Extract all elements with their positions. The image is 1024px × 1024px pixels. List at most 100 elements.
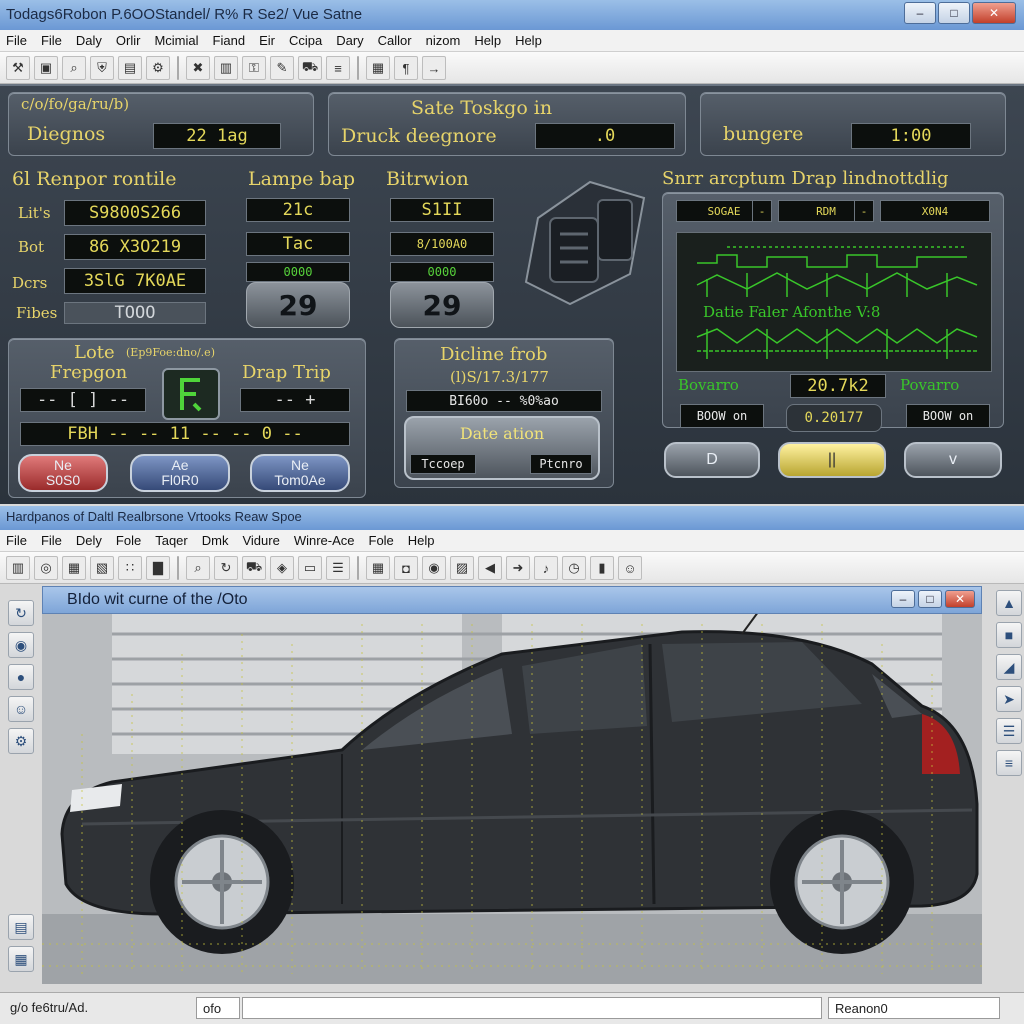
menu-item[interactable]: Dmk [202, 533, 229, 551]
menu-item[interactable]: Vidure [242, 533, 279, 551]
menu-item[interactable]: Dary [336, 33, 363, 51]
scope-tab[interactable]: X0N4 [880, 200, 990, 222]
tool-icon[interactable]: ⚙ [146, 56, 170, 80]
globe-icon[interactable]: ◉ [8, 632, 34, 658]
book-icon[interactable]: ▨ [450, 556, 474, 580]
edit-icon[interactable]: ✎ [270, 56, 294, 80]
minimize-button[interactable]: – [904, 2, 936, 24]
search-icon[interactable]: ⌕ [186, 556, 210, 580]
menu-item[interactable]: File [6, 533, 27, 551]
status-field[interactable] [242, 997, 822, 1019]
menu-item[interactable]: File [41, 533, 62, 551]
chip-icon[interactable]: ▦ [366, 56, 390, 80]
arrow-icon[interactable]: ➜ [506, 556, 530, 580]
shield-icon[interactable]: ⛨ [90, 56, 114, 80]
menu-item[interactable]: Help [515, 33, 542, 51]
grid-icon[interactable]: ▦ [62, 556, 86, 580]
cart-icon[interactable]: ◘ [394, 556, 418, 580]
scope-button-left[interactable]: BOOW on [680, 404, 764, 428]
menu-item[interactable]: Fiand [213, 33, 246, 51]
wrench-icon[interactable]: ⚒ [6, 56, 30, 80]
gear-icon[interactable]: ⚙ [8, 728, 34, 754]
user-icon[interactable]: ☺ [618, 556, 642, 580]
menu-item[interactable]: Eir [259, 33, 275, 51]
menu-item[interactable]: Help [408, 533, 435, 551]
scope-tab-sep: - [854, 200, 874, 222]
refresh-icon[interactable]: ↻ [214, 556, 238, 580]
sensor-row-value: 86 X3O219 [64, 234, 206, 260]
status-panel-right: bungere 1:00 [700, 92, 1006, 156]
lote-action-button[interactable]: Ae Fl0R0 [130, 454, 230, 492]
user-icon[interactable]: ☺ [8, 696, 34, 722]
printer-icon[interactable]: ▦ [8, 946, 34, 972]
list-icon[interactable]: ≡ [996, 750, 1022, 776]
menu-item[interactable]: Daly [76, 33, 102, 51]
vehicle-canvas[interactable] [42, 614, 982, 984]
scope-button-right[interactable]: BOOW on [906, 404, 990, 428]
chip-icon[interactable]: ▦ [366, 556, 390, 580]
chart-icon[interactable]: ▇ [146, 556, 170, 580]
pause-button[interactable]: || [778, 442, 886, 478]
menu-item[interactable]: Orlir [116, 33, 141, 51]
tag-icon[interactable]: ◈ [270, 556, 294, 580]
menu-item[interactable]: Taqer [155, 533, 188, 551]
globe-icon[interactable]: ◎ [34, 556, 58, 580]
camera-icon[interactable]: ▣ [34, 56, 58, 80]
down-button[interactable]: v [904, 442, 1002, 478]
menu-item[interactable]: File [41, 33, 62, 51]
lamp-title: Lampe bap [248, 168, 356, 190]
refresh-icon[interactable]: ↻ [8, 600, 34, 626]
note-icon[interactable]: ☰ [996, 718, 1022, 744]
nav-icon[interactable]: → [422, 56, 446, 80]
menu-item[interactable]: Mcimial [154, 33, 198, 51]
car-icon[interactable]: ⛟ [298, 56, 322, 80]
menu-item[interactable]: Fole [116, 533, 141, 551]
disk-icon[interactable]: ▧ [90, 556, 114, 580]
pin-icon[interactable]: ● [8, 664, 34, 690]
decline-right-button[interactable]: Ptcnro [530, 454, 592, 474]
note-icon[interactable]: ♪ [534, 556, 558, 580]
screen-icon[interactable]: ▭ [298, 556, 322, 580]
pin-icon[interactable]: ◉ [422, 556, 446, 580]
battery-icon[interactable]: ▮ [590, 556, 614, 580]
scope-button-mid[interactable]: 0.20177 [786, 404, 882, 432]
menu-item[interactable]: Winre-Ace [294, 533, 355, 551]
decline-left-button[interactable]: Tccoep [410, 454, 476, 474]
clock-icon[interactable]: ◷ [562, 556, 586, 580]
lote-action-button[interactable]: Ne Tom0Ae [250, 454, 350, 492]
dots-icon[interactable]: ∷ [118, 556, 142, 580]
minimize-button[interactable]: – [891, 590, 915, 608]
close-button[interactable]: ✕ [972, 2, 1016, 24]
maximize-button[interactable]: □ [918, 590, 942, 608]
card-icon[interactable]: ▤ [118, 56, 142, 80]
lock-icon[interactable]: ▲ [996, 590, 1022, 616]
folder-icon[interactable]: ▥ [214, 56, 238, 80]
text-icon[interactable]: ¶ [394, 56, 418, 80]
chart-icon[interactable]: ◢ [996, 654, 1022, 680]
speaker-icon[interactable]: ◀ [478, 556, 502, 580]
arrow-icon[interactable]: ➤ [996, 686, 1022, 712]
menu-item[interactable]: Fole [369, 533, 394, 551]
menu-item[interactable]: Ccipa [289, 33, 322, 51]
menu-item[interactable]: Callor [378, 33, 412, 51]
lote-action-button[interactable]: Ne S0S0 [18, 454, 108, 492]
search-icon[interactable]: ⌕ [62, 56, 86, 80]
viewer-title: Hardpanos of Daltl Realbrsone Vrtooks Re… [6, 509, 302, 524]
viewer-statusbar: g/o fe6tru/Ad. ofo Reanon0 [0, 992, 1024, 1024]
maximize-button[interactable]: □ [938, 2, 970, 24]
graph-icon[interactable]: ≡ [326, 56, 350, 80]
key-icon[interactable]: ⚿ [242, 56, 266, 80]
layers-icon[interactable]: ☰ [326, 556, 350, 580]
play-button[interactable]: D [664, 442, 760, 478]
layers-icon[interactable]: ■ [996, 622, 1022, 648]
menu-item[interactable]: Dely [76, 533, 102, 551]
menu-item[interactable]: Help [474, 33, 501, 51]
folder-icon[interactable]: ▥ [6, 556, 30, 580]
menu-item[interactable]: File [6, 33, 27, 51]
close-button[interactable]: ✕ [945, 590, 975, 608]
menu-item[interactable]: nizom [426, 33, 461, 51]
book-icon[interactable]: ▤ [8, 914, 34, 940]
close-x-icon[interactable]: ✖ [186, 56, 210, 80]
status-left-label: Diegnos [27, 123, 106, 145]
car-icon[interactable]: ⛟ [242, 556, 266, 580]
